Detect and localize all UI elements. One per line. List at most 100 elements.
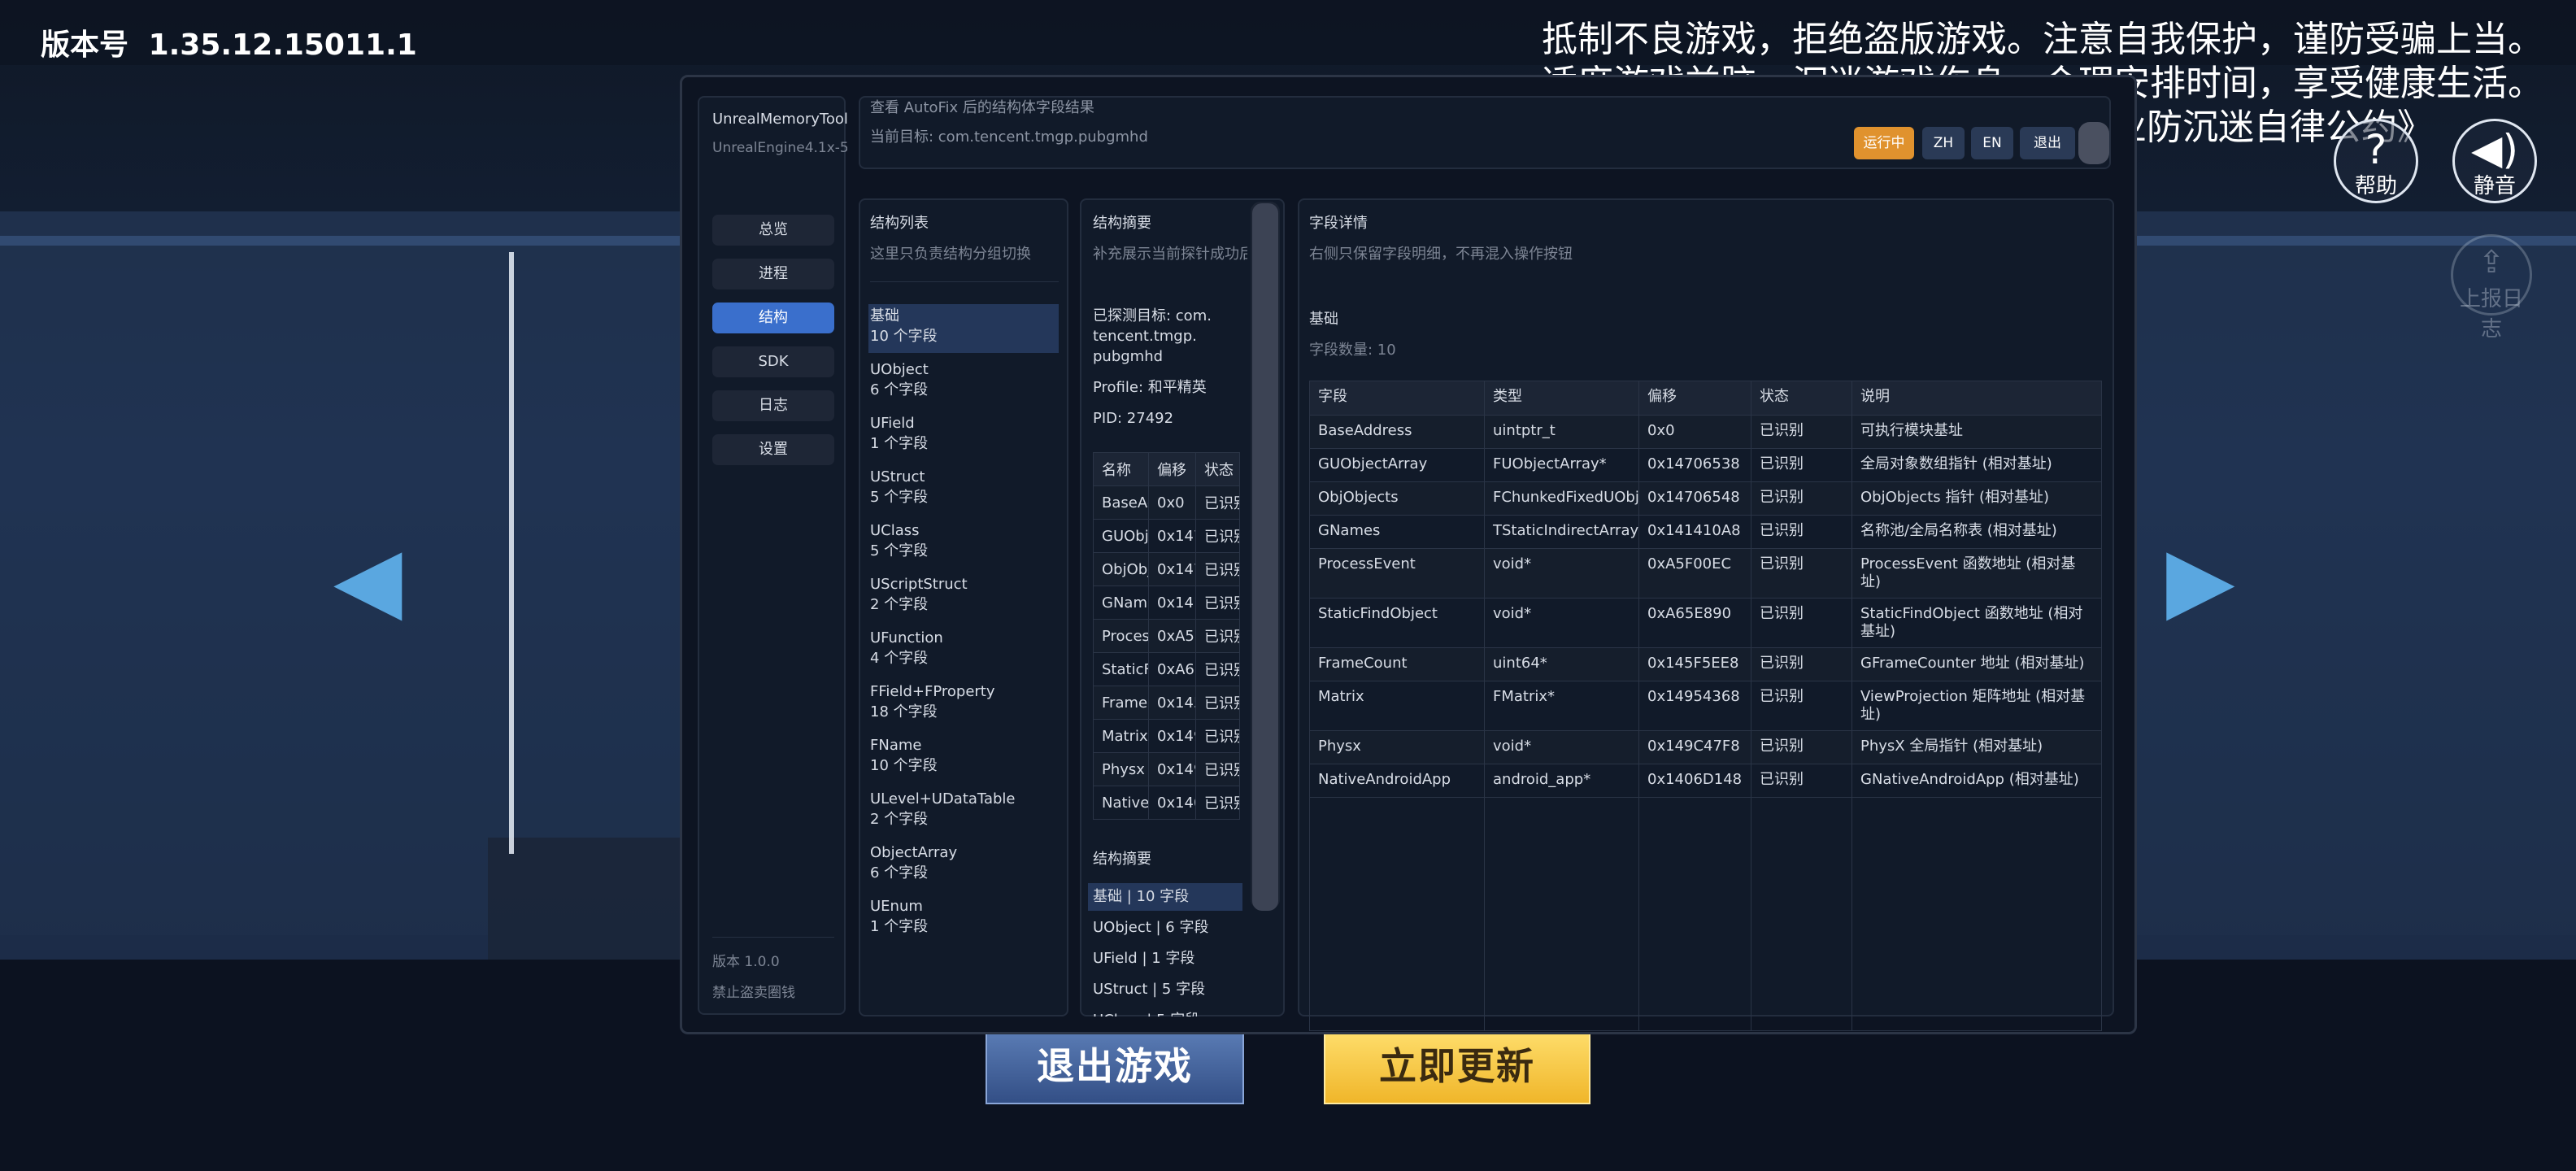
running-status-button[interactable]: 运行中: [1854, 127, 1914, 159]
exit-button[interactable]: 退出: [2020, 127, 2075, 159]
nav-overview[interactable]: 总览: [712, 215, 834, 246]
struct-item-name: UFunction: [870, 629, 943, 646]
table-row[interactable]: GUObjectArray FUObjectArray* 0x14706538 已识别…: [1309, 448, 2102, 482]
summary-list-item[interactable]: UClass | 5 字段: [1088, 1007, 1242, 1016]
summary-title: 结构摘要: [1093, 215, 1151, 232]
summary-list-item[interactable]: 基础 | 10 字段: [1088, 883, 1242, 911]
mute-button[interactable]: ◀) 静音: [2452, 119, 2537, 203]
struct-item-count: 1 个字段: [870, 435, 929, 452]
cell-status: 已识别: [1195, 752, 1240, 786]
nav-process[interactable]: 进程: [712, 259, 834, 289]
struct-item-uobject[interactable]: UObject 6 个字段: [870, 358, 1059, 407]
nav-settings[interactable]: 设置: [712, 434, 834, 465]
struct-item-ufunction[interactable]: UFunction 4 个字段: [870, 626, 1059, 675]
cell-name: Matrix: [1093, 719, 1149, 753]
arrow-right-icon[interactable]: ▶: [2166, 530, 2235, 628]
table-row[interactable]: StaticFindObject void* 0xA65E890 已识别 StaticF…: [1309, 598, 2102, 648]
top-scroll-handle[interactable]: [2078, 122, 2109, 164]
struct-item-uenum[interactable]: UEnum 1 个字段: [870, 895, 1059, 943]
struct-item-fname[interactable]: FName 10 个字段: [870, 734, 1059, 782]
nav-structures[interactable]: 结构: [712, 303, 834, 333]
empty-cell: [1309, 797, 1485, 1031]
cell-offset: 0xA65E890: [1638, 598, 1751, 648]
cell-name: GUObjectArray: [1093, 519, 1149, 553]
column-header: 偏移: [1148, 452, 1196, 486]
nav-sdk[interactable]: SDK: [712, 346, 834, 377]
detail-group-name: 基础: [1309, 311, 1338, 328]
struct-item-count: 18 个字段: [870, 703, 938, 720]
cell-offset: 0x149C47F8: [1148, 752, 1196, 786]
struct-item-uclass[interactable]: UClass 5 个字段: [870, 519, 1059, 568]
top-bar-title: 查看 AutoFix 后的结构体字段结果: [870, 99, 1094, 116]
struct-item-count: 4 个字段: [870, 650, 929, 667]
cell-status: 已识别: [1195, 786, 1240, 820]
cell-status: 已识别: [1751, 481, 1852, 516]
table-row[interactable]: Physx void* 0x149C47F8 已识别 PhysX 全局指针 (相对基址): [1309, 730, 2102, 764]
cell-type: void*: [1484, 548, 1639, 599]
column-header: 状态: [1195, 452, 1240, 486]
struct-item-name: UField: [870, 415, 915, 432]
table-row[interactable]: BaseAddress uintptr_t 0x0 已识别 可执行模块基址: [1309, 415, 2102, 449]
arrow-left-icon[interactable]: ◀: [333, 530, 402, 628]
cell-description: ViewProjection 矩阵地址 (相对基址): [1852, 681, 2102, 731]
cell-offset: 0x0: [1638, 415, 1751, 449]
column-header: 类型: [1484, 381, 1639, 416]
table-header-row: 名称 偏移 状态: [1093, 452, 1240, 486]
lang-en-button[interactable]: EN: [1971, 127, 2013, 159]
update-now-button[interactable]: 立即更新: [1324, 1025, 1590, 1104]
summary-scrollbar-thumb[interactable]: [1252, 203, 1278, 911]
struct-item-count: 1 个字段: [870, 918, 929, 935]
detail-field-count: 字段数量: 10: [1309, 342, 1396, 359]
cell-description: GFrameCounter 地址 (相对基址): [1852, 647, 2102, 681]
struct-item-objectarray[interactable]: ObjectArray 6 个字段: [870, 841, 1059, 890]
cell-offset: 0xA5F00EC: [1148, 619, 1196, 653]
table-row[interactable]: ObjObjectsFChunkedFixedUObjectArray*0x14…: [1309, 481, 2102, 516]
app-name: UnrealMemoryTools: [712, 111, 847, 128]
summary-list-item[interactable]: UObject | 6 字段: [1088, 914, 1242, 942]
pid-label: PID: 27492: [1093, 410, 1174, 427]
table-header-row: 字段 类型 偏移 状态 说明: [1309, 381, 2102, 416]
struct-item-ffield-fproperty[interactable]: FField+FProperty 18 个字段: [870, 680, 1059, 729]
empty-cell: [1751, 797, 1852, 1031]
cell-offset: 0x145F5EE8: [1148, 686, 1196, 720]
lang-zh-button[interactable]: ZH: [1922, 127, 1965, 159]
cell-name: StaticFindObject: [1093, 652, 1149, 686]
cell-type: TStaticIndirectArrayThreadSafeRead*: [1484, 515, 1639, 549]
table-row[interactable]: GNamesTStaticIndirectArrayThreadSafeRead…: [1309, 515, 2102, 549]
table-row: GNames0x141410A8已识别: [1093, 586, 1240, 620]
table-row[interactable]: Matrix FMatrix* 0x14954368 已识别 ViewProjectio…: [1309, 681, 2102, 731]
struct-item-basic[interactable]: 基础 10 个字段: [868, 304, 1059, 353]
help-button[interactable]: ? 帮助: [2334, 119, 2418, 203]
struct-item-ustruct[interactable]: UStruct 5 个字段: [870, 465, 1059, 514]
cell-type: FUObjectArray*: [1484, 448, 1639, 482]
empty-cell: [1484, 797, 1639, 1031]
summary-list-item[interactable]: UStruct | 5 字段: [1088, 976, 1242, 1003]
cell-offset: 0x149C47F8: [1638, 730, 1751, 764]
column-header: 字段: [1309, 381, 1485, 416]
struct-item-name: FName: [870, 737, 922, 754]
report-log-button[interactable]: ⇪ 上报日志: [2451, 234, 2532, 342]
cell-status: 已识别: [1751, 448, 1852, 482]
cell-offset: 0xA5F00EC: [1638, 548, 1751, 599]
cell-status: 已识别: [1195, 686, 1240, 720]
exit-game-button[interactable]: 退出游戏: [986, 1025, 1244, 1104]
profile-label: Profile: 和平精英: [1093, 379, 1207, 396]
struct-list-divider: [870, 281, 1059, 282]
notice-line-1: 抵制不良游戏，拒绝盗版游戏。注意自我保护，谨防受骗上当。: [1542, 19, 2543, 60]
struct-item-count: 5 个字段: [870, 489, 929, 506]
struct-item-count: 10 个字段: [870, 757, 938, 774]
nav-logs[interactable]: 日志: [712, 390, 834, 421]
table-row[interactable]: ProcessEvent void* 0xA5F00EC 已识别 ProcessEven…: [1309, 548, 2102, 599]
cell-field: StaticFindObject: [1309, 598, 1485, 648]
struct-item-uscriptstruct[interactable]: UScriptStruct 2 个字段: [870, 572, 1059, 621]
summary-subtitle: 补充展示当前探针成功后的: [1093, 246, 1247, 263]
struct-item-ufield[interactable]: UField 1 个字段: [870, 411, 1059, 460]
table-row: StaticFindObject0xA65E890已识别: [1093, 652, 1240, 686]
table-row[interactable]: FrameCount uint64* 0x145F5EE8 已识别 GFrameCoun…: [1309, 647, 2102, 681]
table-row[interactable]: NativeAndroidApp android_app* 0x1406D148 已识…: [1309, 764, 2102, 798]
cell-status: 已识别: [1751, 647, 1852, 681]
cell-description: ObjObjects 指针 (相对基址): [1852, 481, 2102, 516]
mute-label: 静音: [2473, 174, 2516, 198]
struct-item-ulevel-udatatable[interactable]: ULevel+UDataTable 2 个字段: [870, 787, 1059, 836]
summary-list-item[interactable]: UField | 1 字段: [1088, 945, 1242, 973]
